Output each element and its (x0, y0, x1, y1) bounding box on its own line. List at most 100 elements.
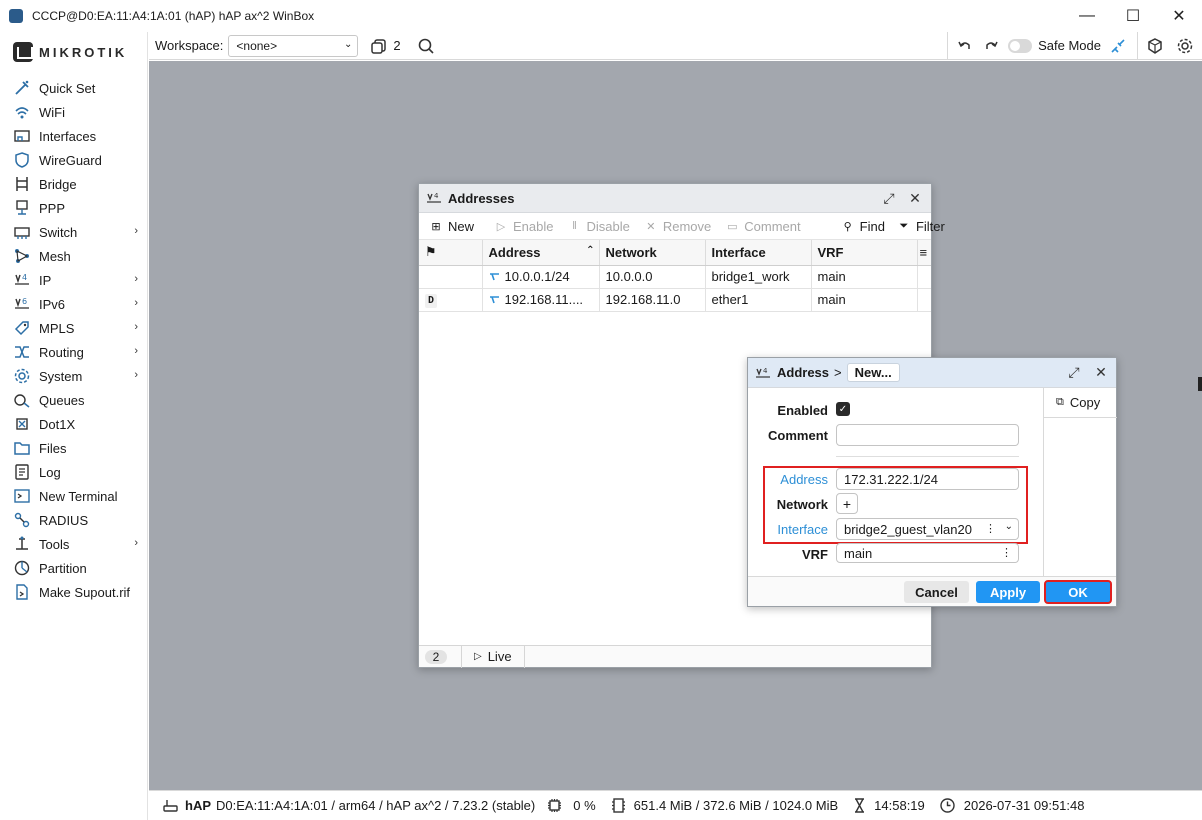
vrf-select[interactable]: main ⋮ (836, 543, 1019, 563)
breadcrumb-new[interactable]: New... (846, 363, 900, 382)
sidebar-item-label: WiFi (39, 104, 65, 120)
column-header-address[interactable]: Address ⌃ (482, 240, 600, 266)
interface-select[interactable]: bridge2_guest_vlan20 ⋮ ⌄ (836, 518, 1019, 540)
sidebar-item-mesh[interactable]: Mesh (0, 244, 148, 268)
sidebar-item-label: Make Supout.rif (39, 584, 131, 600)
dynamic-flag: D (425, 294, 437, 308)
sidebar-item-label: Bridge (39, 176, 77, 192)
sidebar-item-ip[interactable]: 4 IP › (0, 268, 148, 292)
system-icon (13, 367, 31, 385)
column-header-interface[interactable]: Interface (705, 240, 812, 266)
address-icon (489, 273, 499, 281)
column-header-network[interactable]: Network (599, 240, 706, 266)
sidebar-item-make-supout-rif[interactable]: Make Supout.rif (0, 580, 148, 604)
live-button[interactable]: ▷ Live (461, 645, 525, 668)
flag-cell (419, 265, 483, 289)
memory-usage: 651.4 MiB / 372.6 MiB / 1024.0 MiB (633, 798, 839, 813)
address-label: Address (780, 472, 828, 487)
sidebar-item-mpls[interactable]: MPLS › (0, 316, 148, 340)
sidebar-item-label: Mesh (39, 248, 71, 264)
detach-window-icon[interactable]: ⤢ (881, 190, 897, 206)
maximize-button[interactable]: ☐ (1110, 0, 1156, 32)
close-dialog-button[interactable]: ✕ (1093, 364, 1109, 380)
safe-mode-toggle[interactable] (1008, 38, 1033, 53)
sidebar-item-wireguard[interactable]: WireGuard (0, 148, 148, 172)
ok-button[interactable]: OK (1044, 580, 1112, 604)
sidebar-item-queues[interactable]: Queues (0, 388, 148, 412)
sidebar-item-label: PPP (39, 200, 66, 216)
addresses-window-header[interactable]: 4 Addresses ⤢ ✕ (419, 184, 931, 213)
sidebar-item-label: Files (39, 440, 67, 456)
workspace-scrollbar[interactable] (1198, 377, 1202, 391)
cpu-icon (545, 797, 563, 815)
filter-button[interactable]: ⏷ Filter (897, 219, 945, 234)
interface-label: Interface (777, 522, 828, 537)
sidebar-item-log[interactable]: Log (0, 460, 148, 484)
gear-icon[interactable] (1174, 35, 1196, 57)
close-window-button[interactable]: ✕ (1156, 0, 1202, 32)
enable-button[interactable]: ▷ Enable (494, 219, 554, 234)
find-button[interactable]: ⚲ Find (841, 219, 885, 234)
comment-field[interactable] (836, 424, 1019, 446)
new-icon: ⊞ (431, 220, 441, 233)
more-vertical-icon[interactable]: ⋮ (1001, 546, 1012, 559)
apply-button[interactable]: Apply (976, 581, 1040, 603)
package-icon[interactable] (1144, 35, 1166, 57)
comment-button[interactable]: ▭ Comment (725, 219, 801, 234)
sidebar-item-label: RADIUS (39, 512, 89, 528)
sidebar-item-new-terminal[interactable]: New Terminal (0, 484, 148, 508)
sidebar-item-switch[interactable]: Switch › (0, 220, 148, 244)
window-title: CCCP@D0:EA:11:A4:1A:01 (hAP) hAP ax^2 Wi… (32, 9, 315, 23)
sidebar-item-radius[interactable]: RADIUS (0, 508, 148, 532)
undo-icon[interactable] (954, 35, 976, 57)
chevron-down-icon[interactable]: ⌄ (1005, 521, 1013, 532)
more-vertical-icon[interactable]: ⋮ (985, 522, 996, 535)
disable-button[interactable]: ǁ Disable (568, 219, 630, 234)
sidebar-item-routing[interactable]: Routing › (0, 340, 148, 364)
workspace-select[interactable]: <none> ⌄ (228, 34, 359, 57)
search-icon[interactable] (415, 35, 437, 57)
remove-button[interactable]: ✕ Remove (644, 219, 711, 234)
play-icon: ▷ (474, 651, 482, 662)
sidebar-item-quick-set[interactable]: Quick Set (0, 76, 148, 100)
sidebar-item-wifi[interactable]: WiFi (0, 100, 148, 124)
sidebar-item-ppp[interactable]: PPP (0, 196, 148, 220)
enabled-checkbox[interactable]: ✓ (836, 402, 850, 416)
sidebar-item-label: Interfaces (39, 128, 97, 144)
close-addresses-button[interactable]: ✕ (907, 190, 923, 206)
address-new-dialog: 4 Address > New... ⤢ ✕ ⧉ Copy Enabled ✓ C… (747, 357, 1117, 607)
address-dialog-header[interactable]: 4 Address > New... ⤢ ✕ (748, 358, 1116, 388)
cancel-button[interactable]: Cancel (904, 581, 969, 603)
column-header-vrf[interactable]: VRF (811, 240, 918, 266)
sidebar-item-interfaces[interactable]: Interfaces (0, 124, 148, 148)
flag-icon: ⚑ (425, 244, 437, 260)
radius-icon (13, 511, 31, 529)
sidebar-item-files[interactable]: Files (0, 436, 148, 460)
network-cell: 192.168.11.0 (599, 288, 706, 312)
table-row[interactable]: D 192.168.11.... 192.168.11.0 ether1 main (419, 288, 931, 312)
detach-window-icon[interactable]: ⤢ (1066, 364, 1082, 380)
sidebar-item-dot1x[interactable]: Dot1X (0, 412, 148, 436)
address-field[interactable]: 172.31.222.1/24 (836, 468, 1019, 490)
windows-stack-icon[interactable] (368, 35, 390, 57)
sidebar-item-ipv6[interactable]: 6 IPv6 › (0, 292, 148, 316)
copy-button[interactable]: ⧉ Copy (1044, 388, 1117, 418)
sidebar-item-bridge[interactable]: Bridge (0, 172, 148, 196)
chevron-right-icon: › (134, 345, 138, 357)
new-button[interactable]: ⊞ New (429, 219, 474, 234)
hourglass-icon (850, 797, 868, 815)
sidebar-item-system[interactable]: System › (0, 364, 148, 388)
cpu-usage: 0 % (573, 798, 596, 813)
sidebar-item-label: WireGuard (39, 152, 102, 168)
sidebar-item-tools[interactable]: Tools › (0, 532, 148, 556)
sidebar-item-partition[interactable]: Partition (0, 556, 148, 580)
reconnect-icon[interactable] (1107, 35, 1129, 57)
table-row[interactable]: 10.0.0.1/24 10.0.0.0 bridge1_work main (419, 265, 931, 289)
queues-icon (13, 391, 31, 409)
network-add-button[interactable]: + (836, 493, 858, 514)
minimize-button[interactable]: — (1064, 0, 1110, 32)
redo-icon[interactable] (980, 35, 1002, 57)
mesh-icon (13, 247, 31, 265)
column-menu-icon[interactable]: ≡ (917, 240, 931, 266)
flag-column-header[interactable]: ⚑ (419, 240, 483, 266)
